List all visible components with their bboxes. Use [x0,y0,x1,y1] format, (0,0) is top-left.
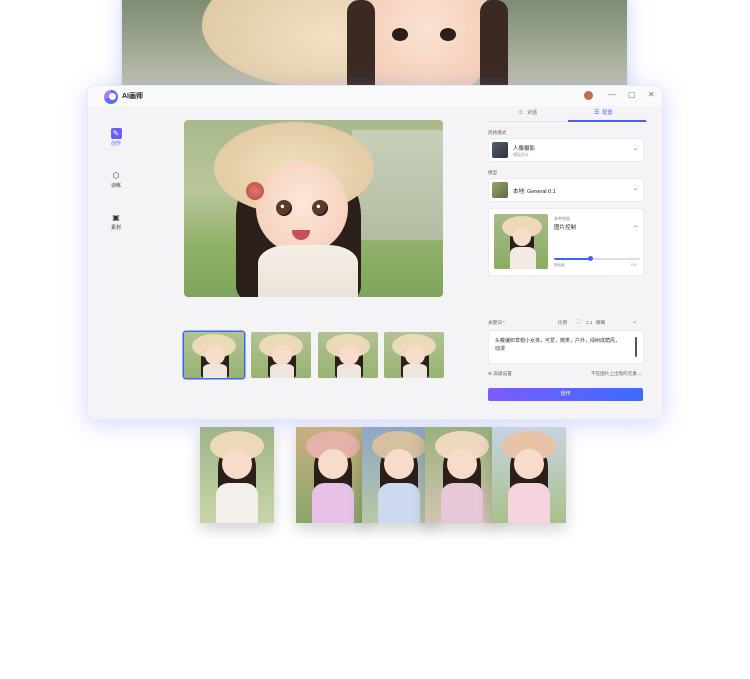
settings-icon: ☰ [594,110,600,116]
chevron-down-icon[interactable]: ⌄ [632,318,637,325]
model-select[interactable]: 本地: General 0.1 ⌄ [488,178,644,202]
style-title: 人像摄影 [513,146,536,152]
hero-eye [392,28,408,41]
app-title: AI画师 [122,93,143,100]
tab-chat[interactable]: ☺ 对话 [518,109,537,116]
model-thumbnail [492,182,508,198]
folder-icon: ▣ [112,213,120,222]
tab-settings[interactable]: ☰ 配置 [594,109,612,116]
model-title: 本地: General 0.1 [513,189,556,195]
create-button[interactable]: 创作 [488,388,643,401]
hero-photo [120,0,629,92]
prompt-input[interactable]: 头戴编织草帽小女孩，可爱，微笑，户外，绿树成荫风，动漫 [488,330,644,364]
sample-image-2 [296,427,370,523]
tab-label: 配置 [602,110,613,116]
thumbnail-1[interactable] [184,332,244,378]
reference-label: 参考依据 [554,216,570,221]
chevron-down-icon: ⌄ [632,146,638,152]
thumbnail-4[interactable] [384,332,444,378]
thumbnail-3[interactable] [318,332,378,378]
slider-left-label: 相似度 [554,263,565,267]
close-button[interactable]: ✕ [648,90,655,100]
maximize-button[interactable]: ▢ [628,90,636,100]
girl-dress [258,245,358,297]
sidebar-item-label: 训练 [110,183,121,189]
create-icon: ✎ [110,128,122,139]
style-thumbnail [492,142,508,158]
advanced-label: 高级设置 [493,371,512,376]
negative-prompt-toggle[interactable]: 不在图片上出现的元素 ⌄ [591,371,642,377]
sample-image-1 [200,427,274,523]
chevron-down-icon: ⌄ [638,371,643,376]
title-bar: AI画师 — ▢ ✕ [88,86,662,106]
ratio-label: 比例 [558,320,568,325]
hair-flower [246,182,264,200]
model-section-label: 模型 [488,170,498,175]
girl-eye [312,200,328,216]
slider-handle[interactable] [587,256,593,261]
settings-panel: ☺ 对话 ☰ 配置 风格模式 人像摄影 模板设计 ⌄ 模型 本地: General … [488,106,648,419]
hero-hair [480,0,508,92]
active-tab-indicator [568,120,646,122]
sidebar-item-label: 素材 [110,225,121,231]
sample-gallery [200,427,566,523]
negative-prompt-label: 不在图片上出现的元素 [591,371,637,376]
style-subtitle: 模板设计 [513,152,529,157]
result-thumbnails [184,332,446,380]
prompt-scrollbar[interactable] [635,337,637,357]
sidebar-item-train[interactable]: ⬡ 训练 [104,170,128,189]
advanced-settings[interactable]: ⚙ 高级设置 [488,371,512,377]
girl-eye [276,200,292,216]
quality-label[interactable]: 精细 [596,320,605,326]
chevron-down-icon[interactable]: ⌄ [633,222,638,229]
thumbnail-2[interactable] [251,332,311,378]
chat-icon: ☺ [518,110,525,116]
user-avatar[interactable] [584,91,593,100]
reference-value[interactable]: 图片控制 [554,223,576,231]
sidebar-item-label: 创作 [110,141,121,147]
generated-image[interactable] [184,120,443,297]
chevron-down-icon: ⌄ [632,186,638,192]
tab-label: 对话 [527,110,538,116]
girl-face [256,162,348,254]
sidebar-item-create[interactable]: ✎ 创作 [104,128,128,147]
ratio-value[interactable]: 1:1 [586,320,592,325]
sidebar-nav: ✎ 创作 ⬡ 训练 ▣ 素材 [88,106,144,419]
sidebar-item-assets[interactable]: ▣ 素材 [104,212,128,231]
ratio-icon: ⛶ [577,319,581,324]
app-window: AI画师 — ▢ ✕ ✎ 创作 ⬡ 训练 ▣ 素材 ☺ 对话 ☰ 配置 风格模式… [88,86,662,419]
sample-image-4 [425,427,499,523]
sample-image-5 [492,427,566,523]
similarity-slider[interactable] [554,256,640,261]
style-section-label: 风格模式 [488,130,507,135]
prompt-text[interactable]: 头戴编织草帽小女孩，可爱，微笑，户外，绿树成荫风，动漫 [495,337,623,353]
cube-icon: ⬡ [112,171,120,180]
hero-face [357,0,497,92]
style-select[interactable]: 人像摄影 模板设计 ⌄ [488,138,644,162]
minimize-button[interactable]: — [608,90,616,100]
slider-right-label: 0.5 [631,263,636,267]
reference-card: 参考依据 图片控制 ⌄ 相似度 0.5 [488,208,644,276]
hero-hair [347,0,375,92]
panel-tabs: ☺ 对话 ☰ 配置 [488,106,648,122]
hero-eye [440,28,456,41]
slider-fill [554,258,591,260]
reference-image[interactable] [494,214,548,269]
prompt-label: 关键词 * [488,320,505,325]
app-logo-icon [104,90,118,104]
